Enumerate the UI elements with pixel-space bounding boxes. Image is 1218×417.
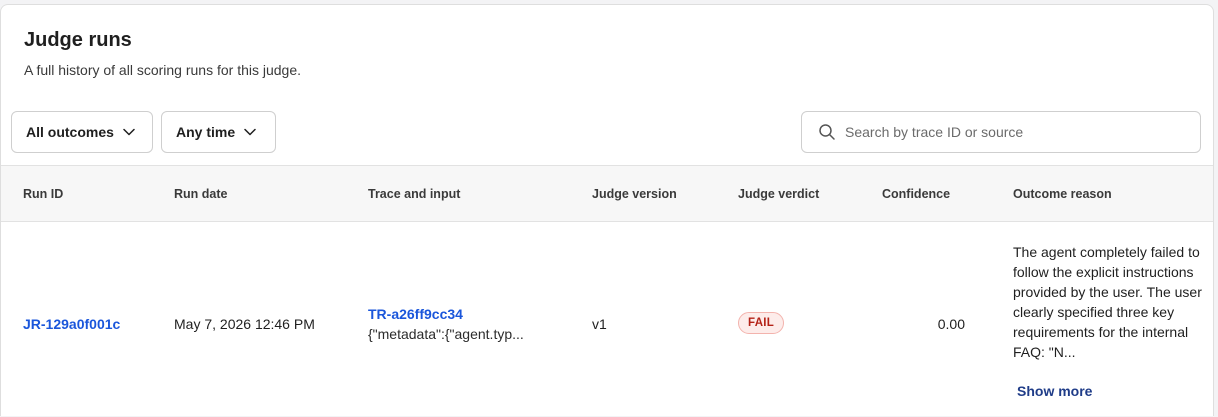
search-box (801, 111, 1201, 153)
outcomes-filter-label: All outcomes (26, 124, 114, 140)
outcome-reason-text: The agent completely failed to follow th… (1013, 244, 1202, 360)
time-filter-dropdown[interactable]: Any time (161, 111, 276, 153)
page-subtitle: A full history of all scoring runs for t… (24, 62, 302, 78)
run-date: May 7, 2026 12:46 PM (174, 316, 315, 332)
table-header: Run ID Run date Trace and input Judge ve… (1, 165, 1213, 222)
column-header-judge-verdict[interactable]: Judge verdict (738, 187, 819, 201)
column-header-outcome-reason[interactable]: Outcome reason (1013, 187, 1112, 201)
time-filter-label: Any time (176, 124, 236, 140)
chevron-down-icon (122, 125, 136, 139)
search-input[interactable] (845, 124, 1175, 140)
outcomes-filter-dropdown[interactable]: All outcomes (11, 111, 153, 153)
trace-input-preview: {"metadata":{"agent.typ... (368, 326, 524, 342)
chevron-down-icon (243, 125, 257, 139)
judge-runs-card: Judge runs A full history of all scoring… (0, 4, 1214, 416)
confidence-value: 0.00 (937, 316, 965, 332)
run-id-link[interactable]: JR-129a0f001c (23, 316, 120, 332)
column-header-run-id[interactable]: Run ID (23, 187, 63, 201)
page-title: Judge runs (24, 29, 132, 51)
table-row: JR-129a0f001c May 7, 2026 12:46 PM TR-a2… (1, 222, 1213, 417)
judge-version: v1 (592, 316, 607, 332)
column-header-run-date[interactable]: Run date (174, 187, 227, 201)
trace-id-link[interactable]: TR-a26ff9cc34 (368, 306, 463, 322)
fail-status-badge: FAIL (738, 312, 785, 334)
column-header-trace-input[interactable]: Trace and input (368, 187, 460, 201)
show-more-link[interactable]: Show more (1017, 383, 1092, 399)
column-header-confidence[interactable]: Confidence (882, 187, 950, 201)
search-icon (818, 123, 836, 141)
column-header-judge-version[interactable]: Judge version (592, 187, 677, 201)
verdict-cell: FAIL (738, 312, 785, 334)
